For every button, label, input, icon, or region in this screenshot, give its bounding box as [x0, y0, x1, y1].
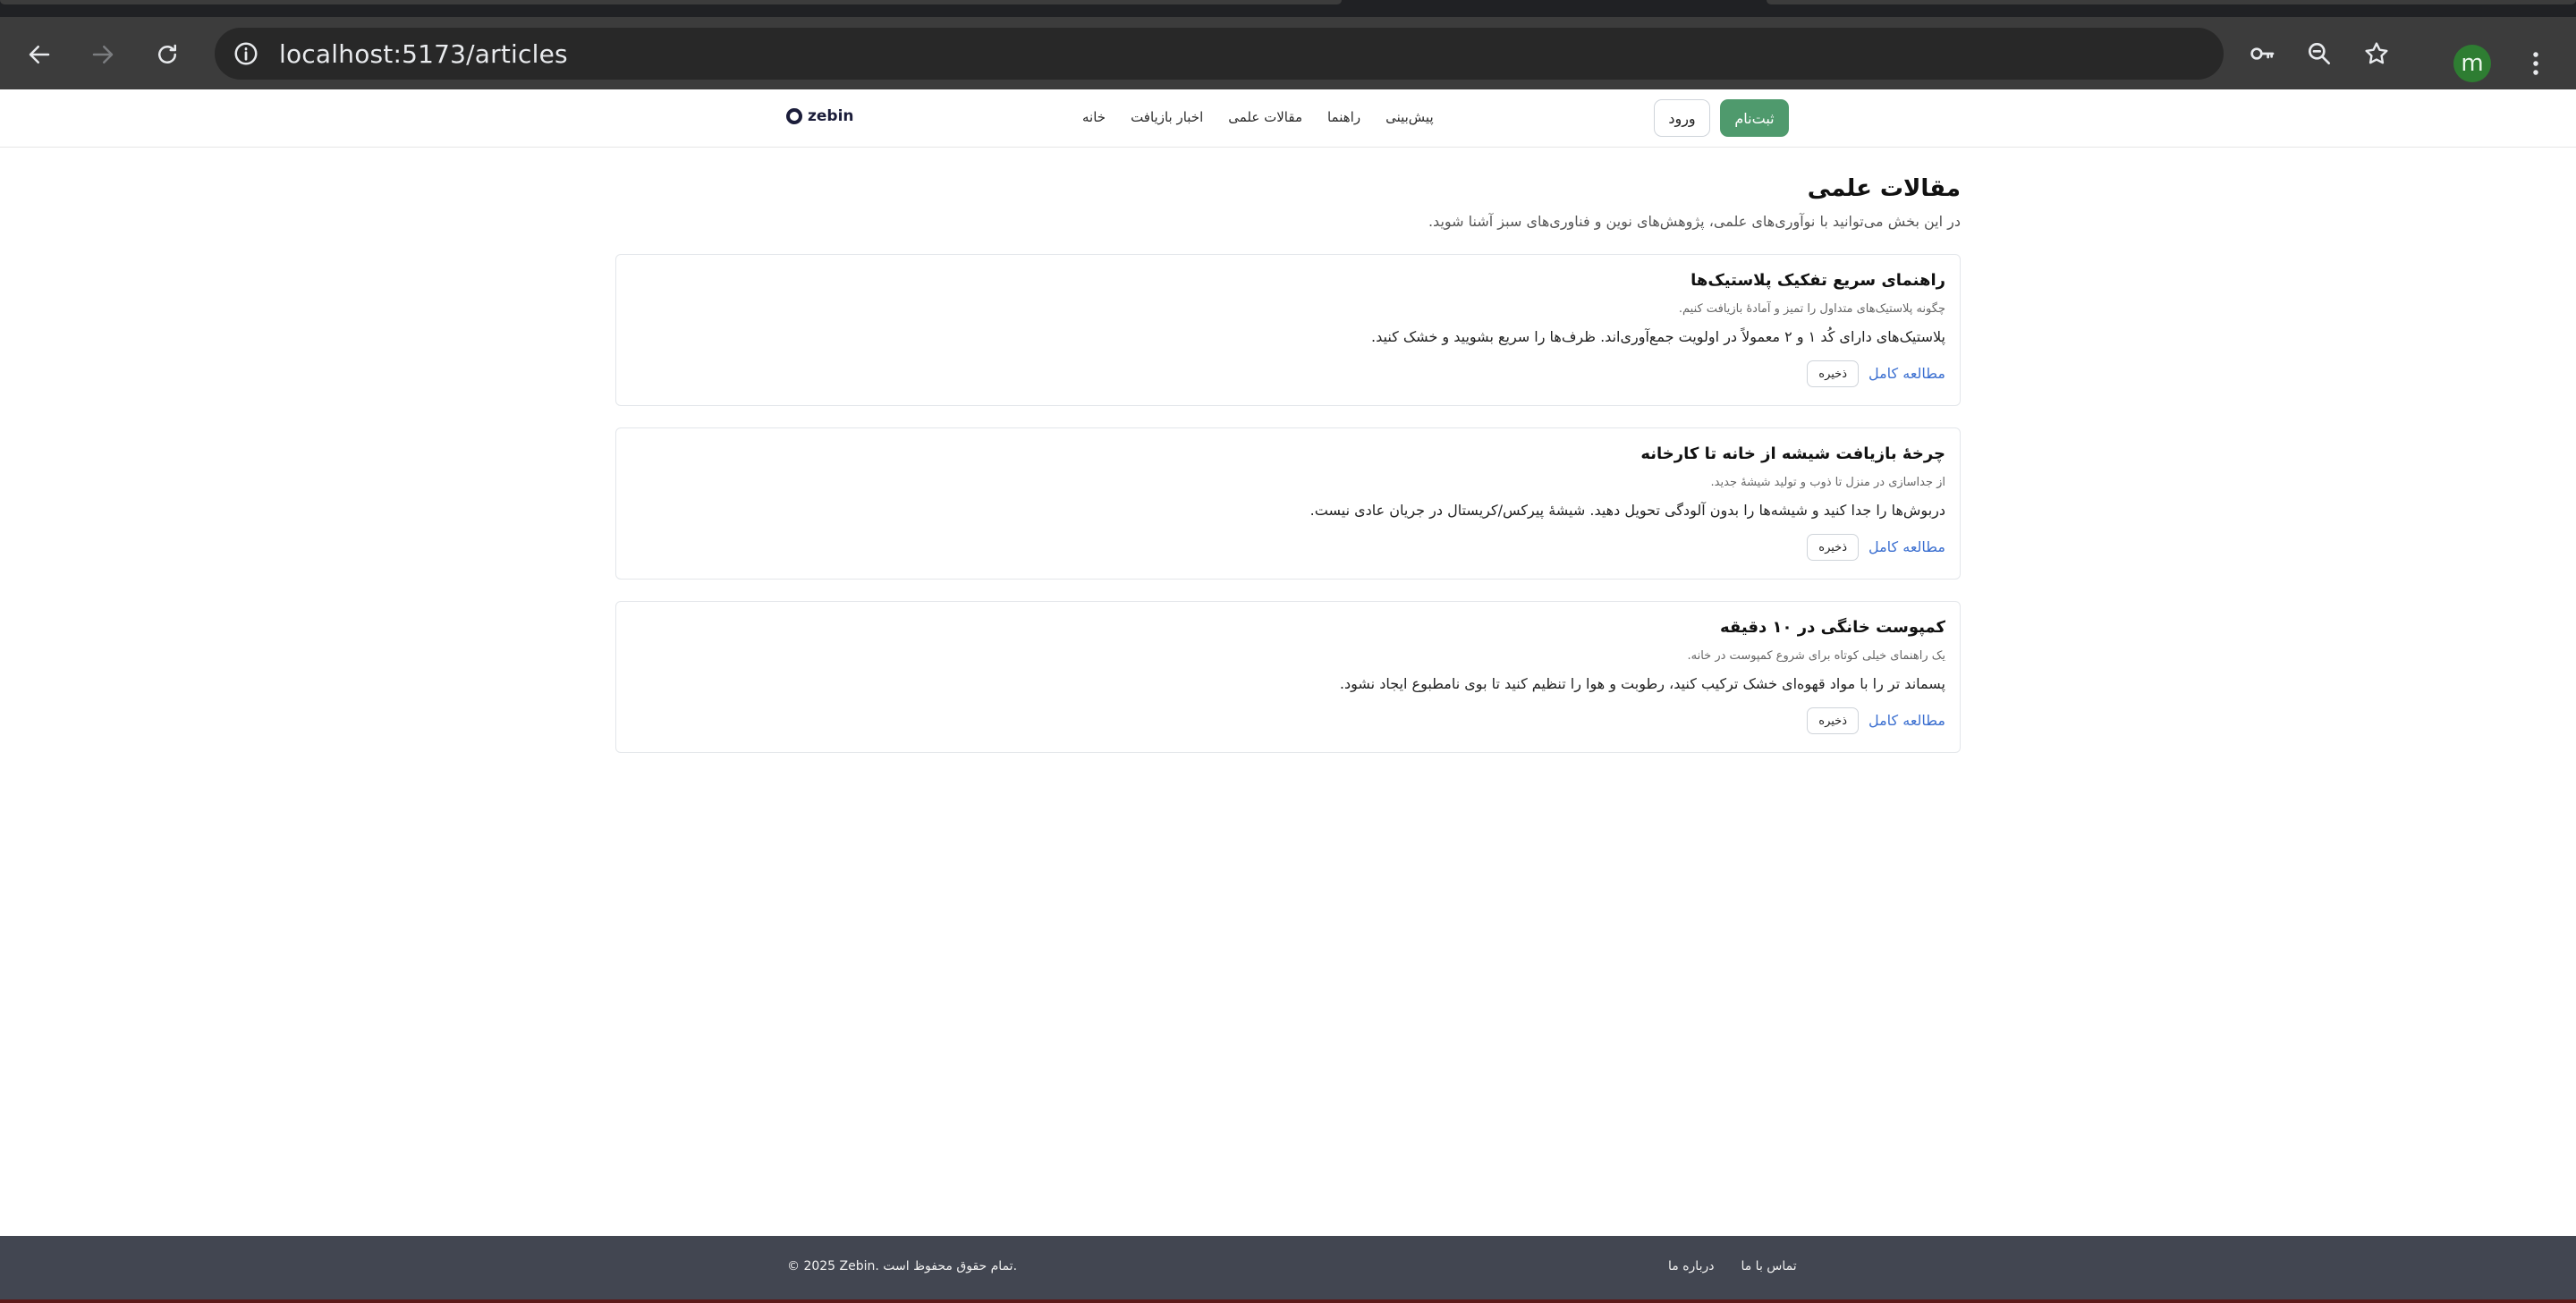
- article-title: چرخهٔ بازیافت شیشه از خانه تا کارخانه: [1640, 444, 1945, 463]
- article-summary: دربوش‌ها را جدا کنید و شیشه‌ها را بدون آ…: [1309, 502, 1945, 519]
- zoom-icon: [2309, 42, 2330, 64]
- read-more-link[interactable]: مطالعه کامل: [1868, 712, 1945, 729]
- save-button[interactable]: ذخیره: [1807, 707, 1859, 734]
- nav-item-scientific-articles[interactable]: مقالات علمی: [1228, 109, 1302, 125]
- page-description: در این بخش می‌توانید با نوآوری‌های علمی،…: [1428, 213, 1961, 230]
- save-button[interactable]: ذخیره: [1807, 534, 1859, 561]
- footer-links: درباره ما تماس با ما: [1668, 1259, 1797, 1273]
- browser-toolbar: localhost:5173/articles m: [0, 17, 2576, 89]
- footer-link-about[interactable]: درباره ما: [1668, 1259, 1714, 1273]
- menu-kebab-icon: [2533, 52, 2538, 75]
- login-button[interactable]: ورود: [1654, 99, 1710, 137]
- zoom-button[interactable]: [2304, 38, 2334, 69]
- profile-avatar[interactable]: m: [2453, 45, 2491, 82]
- back-button[interactable]: [19, 34, 60, 75]
- reload-button[interactable]: [147, 34, 188, 75]
- main-nav: خانه اخبار بازیافت مقالات علمی راهنما پی…: [1082, 109, 1434, 125]
- read-more-link[interactable]: مطالعه کامل: [1868, 365, 1945, 382]
- tab-edge: [0, 0, 1342, 4]
- article-subtitle: از جداسازی در منزل تا ذوب و تولید شیشهٔ …: [1710, 476, 1945, 489]
- article-title: کمپوست خانگی در ۱۰ دقیقه: [1720, 618, 1945, 637]
- article-subtitle: چگونه پلاستیک‌های متداول را تمیز و آماده…: [1678, 302, 1945, 316]
- back-arrow-icon: [29, 46, 50, 63]
- footer-link-contact[interactable]: تماس با ما: [1741, 1259, 1796, 1273]
- info-icon: [234, 42, 258, 65]
- address-bar[interactable]: localhost:5173/articles: [215, 28, 2388, 80]
- nav-item-home[interactable]: خانه: [1082, 109, 1106, 125]
- article-summary: پسماند تر را با مواد قهوه‌ای خشک ترکیب ک…: [1339, 675, 1945, 692]
- site-logo[interactable]: zebin: [786, 107, 854, 125]
- signup-button[interactable]: ثبت‌نام: [1720, 99, 1789, 137]
- password-key-icon: [2250, 47, 2275, 60]
- bookmark-star-icon: [2365, 42, 2388, 64]
- nav-item-guide[interactable]: راهنما: [1327, 109, 1360, 125]
- article-card: چرخهٔ بازیافت شیشه از خانه تا کارخانه از…: [615, 427, 1961, 580]
- nav-item-prediction[interactable]: پیش‌بینی: [1385, 109, 1434, 125]
- article-summary: پلاستیک‌های دارای کُد ۱ و ۲ معمولاً در ا…: [1371, 328, 1945, 345]
- site-footer: © 2025 Zebin. تمام حقوق محفوظ است. دربار…: [0, 1236, 2576, 1303]
- logo-text: zebin: [808, 107, 854, 125]
- article-title: راهنمای سریع تفکیک پلاستیک‌ها: [1690, 271, 1945, 290]
- page-title: مقالات علمی: [1807, 175, 1961, 202]
- read-more-link[interactable]: مطالعه کامل: [1868, 538, 1945, 555]
- browser-menu-button[interactable]: [2522, 44, 2549, 83]
- footer-bottom-bar: [0, 1299, 2576, 1303]
- bookmark-button[interactable]: [2361, 38, 2392, 69]
- site-info-button[interactable]: [220, 28, 272, 80]
- forward-arrow-icon: [92, 46, 114, 63]
- article-subtitle: یک راهنمای خیلی کوتاه برای شروع کمپوست د…: [1687, 649, 1946, 663]
- site-header: zebin خانه اخبار بازیافت مقالات علمی راه…: [0, 89, 2576, 148]
- logo-ring-icon: [786, 108, 802, 124]
- copyright-text: © 2025 Zebin. تمام حقوق محفوظ است.: [787, 1259, 1018, 1273]
- forward-button[interactable]: [82, 34, 123, 75]
- password-key-button[interactable]: [2247, 38, 2277, 69]
- reload-icon: [158, 44, 176, 63]
- url-text[interactable]: localhost:5173/articles: [279, 39, 568, 69]
- nav-item-recycling-news[interactable]: اخبار بازیافت: [1131, 109, 1203, 125]
- tab-edge: [1767, 0, 2576, 4]
- browser-tabstrip: [0, 0, 2576, 17]
- save-button[interactable]: ذخیره: [1807, 360, 1859, 387]
- article-card: کمپوست خانگی در ۱۰ دقیقه یک راهنمای خیلی…: [615, 601, 1961, 753]
- article-card: راهنمای سریع تفکیک پلاستیک‌ها چگونه پلاس…: [615, 254, 1961, 406]
